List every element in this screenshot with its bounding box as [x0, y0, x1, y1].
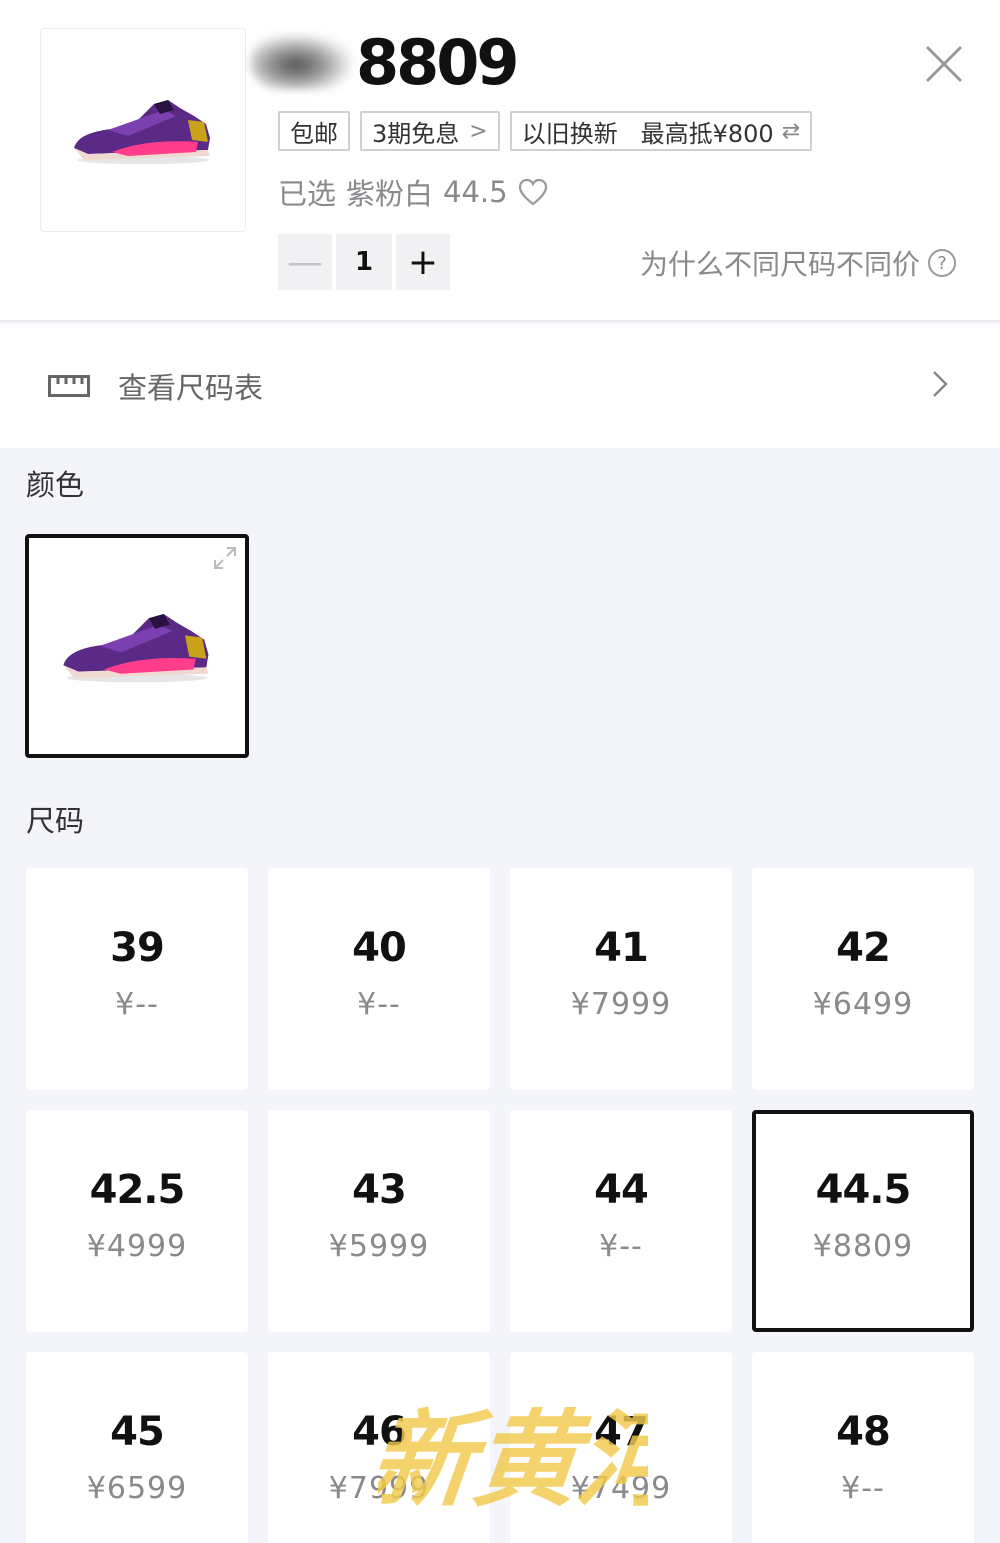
size-price: ¥7499 [570, 1470, 672, 1506]
color-option-selected[interactable] [25, 534, 249, 758]
size-chart-label: 查看尺码表 [118, 371, 264, 405]
free-shipping-tag: 包邮 [278, 111, 350, 151]
chevron-right-icon: > [469, 118, 488, 144]
size-option[interactable]: 47 ¥7499 [510, 1352, 732, 1543]
size-label: 44.5 [815, 1166, 912, 1213]
heart-icon [518, 178, 547, 206]
selected-summary: 已选 紫粉白 44.5 [278, 170, 548, 214]
size-option[interactable]: 39 ¥-- [26, 868, 248, 1090]
size-label: 46 [352, 1408, 407, 1455]
product-header: 8809 包邮 3期免息 > 以旧换新 最高抵¥800 ⇄ 已选 紫粉白 44.… [0, 0, 1000, 322]
chevron-right-icon [933, 371, 948, 397]
size-price: ¥-- [115, 986, 159, 1022]
size-label: 47 [594, 1408, 649, 1455]
size-option[interactable]: 46 ¥7999 [268, 1352, 490, 1543]
size-label: 39 [110, 924, 165, 971]
size-label: 43 [352, 1166, 407, 1213]
close-button[interactable] [920, 40, 968, 88]
size-label: 40 [352, 924, 407, 971]
size-price: ¥7999 [570, 986, 672, 1022]
size-option-selected[interactable]: 44.5 ¥8809 [752, 1110, 974, 1332]
size-option[interactable]: 44 ¥-- [510, 1110, 732, 1332]
size-price: ¥7999 [328, 1470, 430, 1506]
product-thumbnail [40, 28, 246, 232]
size-option[interactable]: 48 ¥-- [752, 1352, 974, 1543]
price-difference-help[interactable]: 为什么不同尺码不同价 ? [640, 240, 956, 286]
ruler-icon [48, 375, 90, 397]
size-section-title: 尺码 [26, 804, 85, 838]
blurred-price-prefix [250, 34, 352, 90]
size-price: ¥-- [357, 986, 401, 1022]
size-option[interactable]: 42.5 ¥4999 [26, 1110, 248, 1332]
selected-size: 44.5 [443, 175, 508, 209]
size-price: ¥8809 [812, 1228, 914, 1264]
size-option[interactable]: 41 ¥7999 [510, 868, 732, 1090]
size-option[interactable]: 45 ¥6599 [26, 1352, 248, 1543]
expand-icon[interactable] [213, 546, 237, 570]
shoe-image [63, 614, 209, 683]
close-icon [925, 45, 963, 83]
selected-prefix: 已选 [278, 177, 337, 211]
size-label: 48 [836, 1408, 891, 1455]
increase-button[interactable]: + [396, 234, 450, 290]
size-label: 42.5 [89, 1166, 186, 1213]
size-price: ¥-- [841, 1470, 885, 1506]
size-label: 41 [594, 924, 649, 971]
question-icon: ? [928, 249, 956, 277]
size-price: ¥6599 [86, 1470, 188, 1506]
product-price: 8809 [356, 25, 520, 99]
price-row: 8809 [250, 24, 520, 100]
size-price: ¥5999 [328, 1228, 430, 1264]
tag-label: 包邮 [290, 119, 338, 148]
favorite-button[interactable] [518, 178, 548, 206]
quantity-stepper: — 1 + [278, 234, 450, 290]
swap-icon: ⇄ [781, 118, 801, 144]
size-label: 42 [836, 924, 891, 971]
size-label: 45 [110, 1408, 165, 1455]
help-text: 为什么不同尺码不同价 [639, 248, 920, 281]
size-label: 44 [594, 1166, 649, 1213]
tag-label: 3期免息 [372, 119, 460, 148]
selected-color: 紫粉白 [346, 177, 434, 211]
size-option[interactable]: 43 ¥5999 [268, 1110, 490, 1332]
size-price: ¥-- [599, 1228, 643, 1264]
size-option[interactable]: 40 ¥-- [268, 868, 490, 1090]
size-price: ¥4999 [86, 1228, 188, 1264]
size-option[interactable]: 42 ¥6499 [752, 868, 974, 1090]
tag-label: 以旧换新 最高抵¥800 [521, 119, 774, 148]
service-tags: 包邮 3期免息 > 以旧换新 最高抵¥800 ⇄ [278, 111, 813, 151]
size-grid: 39 ¥-- 40 ¥-- 41 ¥7999 42 ¥6499 42.5 ¥4999 43 ¥5999… [26, 868, 974, 1543]
size-price: ¥6499 [812, 986, 914, 1022]
shoe-image [74, 100, 210, 164]
color-section-title: 颜色 [26, 468, 85, 502]
trade-in-tag[interactable]: 以旧换新 最高抵¥800 ⇄ [509, 111, 813, 151]
quantity-value[interactable]: 1 [336, 234, 392, 290]
decrease-button[interactable]: — [278, 234, 332, 290]
installment-tag[interactable]: 3期免息 > [360, 111, 500, 151]
size-chart-link[interactable]: 查看尺码表 [0, 324, 1000, 448]
